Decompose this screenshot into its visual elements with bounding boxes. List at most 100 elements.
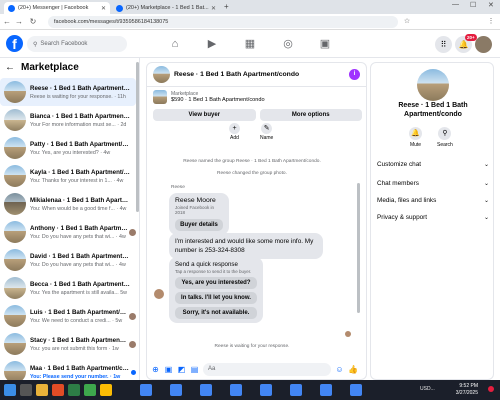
unread-dot xyxy=(131,369,136,375)
quick-response-option[interactable]: Sorry, it's not available. xyxy=(175,307,257,319)
add-person-icon: + xyxy=(229,123,240,134)
facebook-header: f ⚲ Search Facebook ⌂ ▶ ▦ ◎ ▣ ⠿ 🔔 20+ xyxy=(0,30,500,58)
search-conversation-button[interactable]: ⚲ Search xyxy=(437,127,453,148)
whatsapp-icon[interactable] xyxy=(84,384,96,396)
emoji-icon[interactable]: ☺ xyxy=(335,365,344,374)
chevron-down-icon: ⌄ xyxy=(483,181,489,187)
bookmark-star-icon[interactable]: ☆ xyxy=(402,17,412,25)
browser-tab-marketplace[interactable]: (20+) Marketplace - 1 Bed 1 Bat... ✕ xyxy=(112,2,220,14)
customize-chat-section[interactable]: Customize chat ⌄ xyxy=(377,161,489,168)
read-receipt-avatar xyxy=(129,340,136,348)
sticker-icon[interactable]: ◩ xyxy=(177,365,186,374)
conversation-item[interactable]: Patty · 1 Bed 1 Bath Apartment/condo You:… xyxy=(0,134,136,162)
listing-thumbnail xyxy=(4,137,26,159)
pencil-icon: ✎ xyxy=(261,123,273,134)
home-icon[interactable]: ⌂ xyxy=(168,37,182,51)
buyer-details-button[interactable]: Buyer details xyxy=(175,219,223,231)
chat-details-title: Reese · 1 Bed 1 Bath Apartment/condo xyxy=(398,102,468,118)
new-tab-button[interactable]: + xyxy=(224,2,229,11)
windows-taskbar: USD... 9:52 PM 3/27/2025 xyxy=(0,380,500,400)
conversation-item[interactable]: David · 1 Bed 1 Bath Apartment/condoYou:… xyxy=(0,246,136,274)
add-people-button[interactable]: + Add xyxy=(229,123,240,141)
maximize-window-icon[interactable]: ☐ xyxy=(470,1,476,9)
panel-title: ← Marketplace xyxy=(5,62,79,73)
forward-arrow-icon[interactable]: → xyxy=(14,17,24,26)
gif-icon[interactable]: ▤ xyxy=(190,365,199,374)
view-buyer-button[interactable]: View buyer xyxy=(153,109,256,121)
windows-start-icon[interactable] xyxy=(4,384,16,396)
file-explorer-icon[interactable] xyxy=(36,384,48,396)
system-message: Reese named the group Reese · 1 Bed 1 Ba… xyxy=(183,159,321,164)
back-arrow-icon[interactable]: ← xyxy=(5,62,15,73)
chrome-icon[interactable] xyxy=(290,384,302,396)
close-tab-icon[interactable]: ✕ xyxy=(211,5,216,12)
listing-banner[interactable]: Marketplace $590 · 1 Bed 1 Bath Apartmen… xyxy=(147,87,366,107)
minimize-window-icon[interactable]: — xyxy=(452,1,459,8)
menu-grid-icon[interactable]: ⠿ xyxy=(435,36,452,53)
chrome-icon[interactable] xyxy=(320,384,332,396)
chrome-icon[interactable] xyxy=(170,384,182,396)
notification-dot[interactable] xyxy=(488,386,494,392)
browser-menu-icon[interactable]: ⋮ xyxy=(486,17,496,25)
currency-indicator[interactable]: USD... xyxy=(420,386,435,392)
profile-avatar[interactable] xyxy=(475,36,492,53)
conversation-item[interactable]: Anthony · 1 Bed 1 Bath Apartment/... You:… xyxy=(0,218,136,246)
chrome-icon[interactable] xyxy=(100,384,112,396)
search-icon: ⚲ xyxy=(33,41,38,48)
conversation-item[interactable]: Reese · 1 Bed 1 Bath Apartment/condoRees… xyxy=(0,78,136,106)
chrome-icon[interactable] xyxy=(140,384,152,396)
plus-circle-icon[interactable]: ⊕ xyxy=(151,365,160,374)
facebook-logo-icon[interactable]: f xyxy=(6,35,23,52)
chrome-icon[interactable] xyxy=(350,384,362,396)
facebook-favicon-icon xyxy=(8,4,15,12)
system-clock[interactable]: 9:52 PM 3/27/2025 xyxy=(456,383,478,397)
conversation-item[interactable]: Mikialenaa · 1 Bed 1 Bath Apartment/...Y… xyxy=(0,190,136,218)
search-taskbar-icon[interactable] xyxy=(20,384,32,396)
like-thumb-icon[interactable]: 👍 xyxy=(348,365,358,374)
conversation-item[interactable]: Kayla · 1 Bed 1 Bath Apartment/condoYou:… xyxy=(0,162,136,190)
video-icon[interactable]: ▶ xyxy=(205,37,219,51)
reload-icon[interactable]: ↻ xyxy=(28,17,38,26)
mute-button[interactable]: 🔔 Mute xyxy=(409,127,422,148)
gaming-icon[interactable]: ▣ xyxy=(318,37,332,51)
chat-title[interactable]: Reese · 1 Bed 1 Bath Apartment/condo xyxy=(174,71,299,78)
scrollbar[interactable] xyxy=(357,183,360,313)
marketplace-icon[interactable]: ▦ xyxy=(243,37,257,51)
groups-icon[interactable]: ◎ xyxy=(281,37,295,51)
info-icon[interactable]: i xyxy=(349,69,360,80)
image-icon[interactable]: ▣ xyxy=(164,365,173,374)
url-input[interactable]: facebook.com/messages/t/9359586184138075 xyxy=(48,16,398,28)
more-options-button[interactable]: More options xyxy=(259,109,362,121)
listing-thumbnail xyxy=(153,90,167,104)
back-arrow-icon[interactable]: ← xyxy=(2,17,12,26)
quick-response-option[interactable]: Yes, are you interested? xyxy=(175,277,257,289)
app-icon[interactable] xyxy=(68,384,80,396)
app-icon[interactable] xyxy=(52,384,64,396)
chat-thumbnail xyxy=(153,66,170,83)
sender-name: Reese xyxy=(171,185,185,190)
search-input[interactable]: ⚲ Search Facebook xyxy=(27,36,127,52)
chrome-icon[interactable] xyxy=(200,384,212,396)
message-bubble: I'm interested and would like some more … xyxy=(169,233,323,259)
close-tab-icon[interactable]: ✕ xyxy=(101,5,106,12)
chevron-down-icon: ⌄ xyxy=(483,162,489,168)
browser-tab-bar: (20+) Messenger | Facebook ✕ (20+) Marke… xyxy=(0,0,500,14)
message-input[interactable]: Aa xyxy=(203,362,331,376)
listing-thumbnail xyxy=(4,305,26,327)
conversation-item[interactable]: Becca · 1 Bed 1 Bath Apartment/condoYou:… xyxy=(0,274,136,302)
chrome-icon[interactable] xyxy=(230,384,242,396)
media-files-links-section[interactable]: Media, files and links ⌄ xyxy=(377,197,489,204)
browser-tab-messenger[interactable]: (20+) Messenger | Facebook ✕ xyxy=(4,2,110,14)
scrollbar[interactable] xyxy=(136,62,139,212)
privacy-support-section[interactable]: Privacy & support ⌄ xyxy=(377,214,489,221)
chat-members-section[interactable]: Chat members ⌄ xyxy=(377,180,489,187)
name-group-button[interactable]: ✎ Name xyxy=(260,123,273,141)
quick-response-option[interactable]: In talks. I'll let you know. xyxy=(175,292,257,304)
close-window-icon[interactable]: ✕ xyxy=(488,1,494,9)
conversation-item[interactable]: Bianca · 1 Bed 1 Bath Apartment/condoYou… xyxy=(0,106,136,134)
conversation-item[interactable]: Stacy · 1 Bed 1 Bath Apartment/condoYou:… xyxy=(0,330,136,358)
conversation-item[interactable]: Luis · 1 Bed 1 Bath Apartment/condo You: … xyxy=(0,302,136,330)
conversation-item[interactable]: Maa · 1 Bed 1 Bath Apartment/condo You: P… xyxy=(0,358,136,380)
chrome-icon[interactable] xyxy=(260,384,272,396)
read-receipt-avatar xyxy=(129,228,136,236)
